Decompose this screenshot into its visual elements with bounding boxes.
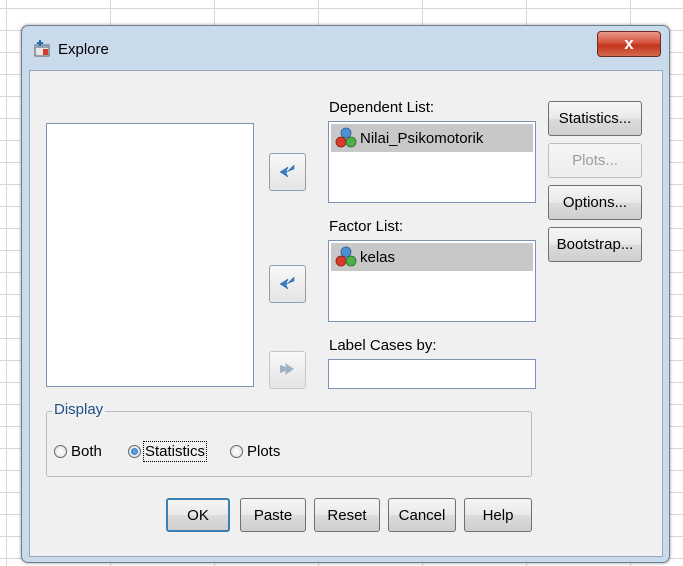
display-legend: Display <box>52 401 106 418</box>
list-item-label: Nilai_Psikomotorik <box>360 129 484 147</box>
bootstrap-button[interactable]: Bootstrap... <box>548 227 642 262</box>
arrow-left-icon <box>279 276 295 290</box>
dependent-list-label: Dependent List: <box>329 99 435 116</box>
radio-label: Both <box>71 442 102 460</box>
radio-button-icon <box>54 444 67 458</box>
move-to-dependent-button[interactable] <box>269 153 306 191</box>
arrow-right-icon <box>280 363 294 375</box>
spss-explore-icon <box>34 40 50 57</box>
statistics-button[interactable]: Statistics... <box>548 101 642 136</box>
radio-button-icon <box>230 444 243 458</box>
display-group <box>46 411 532 477</box>
display-plots-radio[interactable]: Plots <box>230 440 280 462</box>
factor-list[interactable]: kelas <box>328 240 536 322</box>
dependent-list[interactable]: Nilai_Psikomotorik <box>328 121 536 203</box>
close-button[interactable]: x <box>597 31 661 57</box>
dialog-client: Dependent List: Nilai_Psikomotorik Facto… <box>29 70 663 557</box>
help-button[interactable]: Help <box>464 498 532 532</box>
list-item-label: kelas <box>360 248 396 266</box>
display-both-radio[interactable]: Both <box>54 440 102 462</box>
label-cases-field[interactable] <box>328 359 536 389</box>
plots-button[interactable]: Plots... <box>548 143 642 178</box>
display-statistics-radio[interactable]: Statistics <box>128 440 208 462</box>
ok-button[interactable]: OK <box>166 498 230 532</box>
source-variable-list[interactable] <box>46 123 254 387</box>
window-title: Explore <box>58 41 109 58</box>
move-to-factor-button[interactable] <box>269 265 306 303</box>
cancel-button[interactable]: Cancel <box>388 498 456 532</box>
options-button[interactable]: Options... <box>548 185 642 220</box>
nominal-variable-icon <box>335 246 357 267</box>
list-item[interactable]: Nilai_Psikomotorik <box>331 124 533 152</box>
radio-label: Plots <box>247 442 281 460</box>
arrow-left-icon <box>279 164 295 178</box>
radio-label: Statistics <box>142 440 208 462</box>
radio-button-selected-icon <box>128 444 141 458</box>
move-to-label-cases-button[interactable] <box>269 351 306 389</box>
paste-button[interactable]: Paste <box>240 498 306 532</box>
label-cases-label: Label Cases by: <box>329 337 437 354</box>
reset-button[interactable]: Reset <box>314 498 380 532</box>
list-item[interactable]: kelas <box>331 243 533 271</box>
nominal-variable-icon <box>335 127 357 148</box>
title-bar: Explore x <box>22 26 669 72</box>
factor-list-label: Factor List: <box>329 218 404 235</box>
explore-dialog: Explore x Dependent List: Nilai_Psikomot… <box>21 25 670 563</box>
